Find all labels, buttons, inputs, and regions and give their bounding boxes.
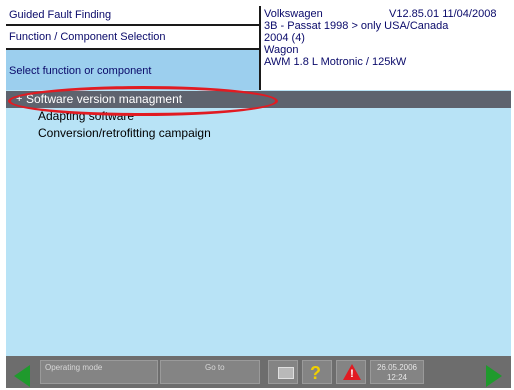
- date-text: 26.05.2006: [376, 363, 418, 372]
- date-time-display: 26.05.2006 12:24: [370, 360, 424, 384]
- printer-icon: [278, 367, 294, 379]
- header: Guided Fault Finding Function / Componen…: [6, 6, 511, 90]
- warning-button[interactable]: !: [336, 360, 366, 384]
- header-left: Guided Fault Finding Function / Componen…: [6, 6, 259, 90]
- vehicle-model: 3B - Passat 1998 > only USA/Canada: [264, 20, 449, 32]
- component-list: + Software version managment Adapting so…: [6, 90, 511, 356]
- engine-code: AWM 1.8 L Motronic / 125kW: [264, 56, 407, 68]
- forward-arrow-icon: [486, 365, 502, 387]
- goto-label: Go to: [205, 363, 225, 372]
- vehicle-make: Volkswagen: [264, 8, 323, 20]
- highlight-annotation-ellipse: [8, 86, 278, 116]
- print-button[interactable]: [268, 360, 298, 384]
- prompt-label: Select function or component: [6, 50, 259, 90]
- goto-button[interactable]: Go to: [160, 360, 260, 384]
- list-item-label: Conversion/retrofitting campaign: [38, 126, 211, 140]
- diagnostic-screen: Guided Fault Finding Function / Componen…: [6, 6, 511, 388]
- back-button[interactable]: [8, 360, 38, 387]
- mode-label: Function / Component Selection: [6, 26, 259, 48]
- help-icon: ?: [310, 363, 321, 383]
- back-arrow-icon: [14, 365, 30, 387]
- forward-button[interactable]: [472, 360, 510, 387]
- vehicle-info: Volkswagen V12.85.01 11/04/2008 3B - Pas…: [261, 6, 511, 90]
- body-type: Wagon: [264, 44, 299, 56]
- time-text: 12:24: [386, 373, 408, 382]
- warning-mark: !: [350, 368, 354, 380]
- help-button[interactable]: ?: [302, 360, 332, 384]
- operating-mode-button[interactable]: Operating mode: [40, 360, 158, 384]
- app-title: Guided Fault Finding: [6, 6, 259, 24]
- list-item-conversion-retrofitting-campaign[interactable]: Conversion/retrofitting campaign: [6, 125, 511, 142]
- model-year: 2004 (4): [264, 32, 305, 44]
- app-frame: Guided Fault Finding Function / Componen…: [0, 0, 514, 390]
- operating-mode-label: Operating mode: [45, 363, 103, 372]
- software-version: V12.85.01 11/04/2008: [389, 8, 497, 20]
- bottom-toolbar: Operating mode Go to ? ! 26.05.2006 12:2…: [6, 356, 511, 388]
